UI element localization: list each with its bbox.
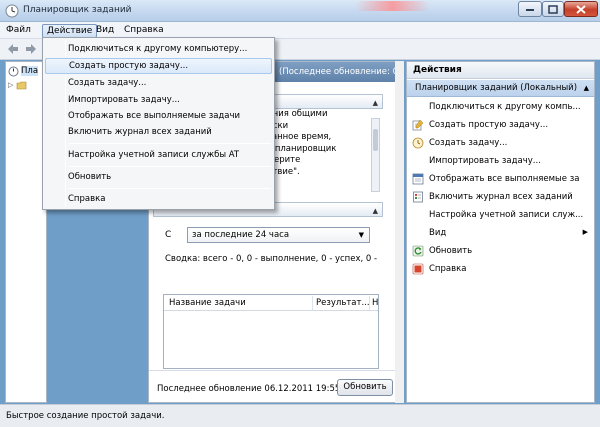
collapse-arrow-icon[interactable]: ▲ [584, 84, 589, 92]
menu-view[interactable]: Вид [92, 24, 118, 38]
create-basic-task-icon [412, 119, 424, 131]
task-scheduler-clock-icon [5, 4, 19, 18]
action-create-task[interactable]: Создать задачу... [407, 135, 594, 152]
close-button[interactable] [564, 1, 598, 17]
center-footer: Последнее обновление 06.12.2011 19:55:46… [149, 370, 402, 402]
action-connect[interactable]: Подключиться к другому компь... [407, 99, 594, 116]
actions-pane: Действия Планировщик заданий (Локальный)… [406, 61, 595, 403]
menu-item-import-task[interactable]: Импортировать задачу... [45, 92, 272, 108]
table-header: Название задачи Результат... Н [164, 295, 378, 311]
column-result[interactable]: Результат... [316, 298, 370, 308]
running-tasks-icon [412, 173, 424, 185]
action-import-task[interactable]: Импортировать задачу... [407, 153, 594, 170]
minimize-button[interactable] [518, 1, 542, 17]
action-label: Включить журнал всех заданий [429, 192, 573, 202]
navigation-tree: Пла ▷ [5, 61, 47, 403]
period-value: за последние 24 часа [192, 230, 290, 240]
help-icon [412, 263, 424, 275]
menu-item-connect[interactable]: Подключиться к другому компьютеру... [45, 41, 272, 57]
window-title: Планировщик заданий [23, 5, 132, 15]
status-bar: Быстрое создание простой задачи. [0, 404, 600, 427]
action-label: Настройка учетной записи служ... [429, 210, 584, 220]
period-dropdown[interactable]: за последние 24 часа ▼ [187, 227, 370, 243]
task-status-table: Название задачи Результат... Н [163, 294, 379, 369]
action-refresh[interactable]: Обновить [407, 243, 594, 260]
actions-title: Действия [407, 62, 594, 79]
overview-scrollbar[interactable] [371, 118, 380, 192]
back-arrow-icon[interactable] [6, 42, 20, 56]
menu-item-enable-journal[interactable]: Включить журнал всех заданий [45, 124, 272, 140]
action-menu-dropdown: Подключиться к другому компьютеру... Соз… [42, 37, 275, 210]
folder-icon [17, 81, 27, 89]
title-bar: Планировщик заданий [0, 0, 600, 22]
task-summary: Сводка: всего - 0, 0 - выполнение, 0 - у… [165, 254, 378, 264]
action-at-service-account[interactable]: Настройка учетной записи служ... [407, 207, 594, 224]
expand-arrow-icon[interactable]: ▷ [8, 81, 13, 89]
actions-group-label: Планировщик заданий (Локальный) [415, 83, 578, 93]
tree-item-library[interactable]: ▷ [8, 79, 27, 91]
action-enable-journal[interactable]: Включить журнал всех заданий [407, 189, 594, 206]
dropdown-arrow-icon: ▼ [358, 231, 364, 239]
column-next[interactable]: Н [372, 298, 378, 308]
action-help[interactable]: Справка [407, 261, 594, 278]
menu-item-create-basic-task[interactable]: Создать простую задачу... [45, 58, 272, 74]
action-label: Отображать все выполняемые за [429, 174, 580, 184]
task-scheduler-clock-icon [8, 66, 19, 76]
action-label: Вид [429, 228, 447, 238]
action-create-basic-task[interactable]: Создать простую задачу... [407, 117, 594, 134]
action-label: Справка [429, 264, 467, 274]
column-task-name[interactable]: Название задачи [169, 298, 246, 308]
pane-divider[interactable] [395, 61, 404, 403]
submenu-arrow-icon: ▶ [582, 228, 588, 236]
create-task-icon [412, 137, 424, 149]
menu-item-at-service-account[interactable]: Настройка учетной записи службы AT [45, 147, 272, 163]
menu-help[interactable]: Справка [120, 24, 168, 38]
menu-item-show-running[interactable]: Отображать все выполняемые задачи [45, 108, 272, 124]
forward-arrow-icon[interactable] [24, 42, 38, 56]
action-label: Создать задачу... [429, 138, 508, 148]
maximize-button[interactable] [542, 1, 564, 17]
maximize-icon [548, 4, 558, 14]
refresh-button[interactable]: Обновить [337, 379, 393, 396]
collapse-arrow-icon[interactable]: ▲ [373, 207, 378, 215]
action-show-running[interactable]: Отображать все выполняемые за [407, 171, 594, 188]
close-icon [576, 4, 586, 14]
menu-item-create-task[interactable]: Создать задачу... [45, 75, 272, 91]
collapse-arrow-icon[interactable]: ▲ [373, 99, 378, 107]
action-label: Подключиться к другому компь... [429, 102, 581, 112]
status-label: С [165, 230, 172, 240]
action-view[interactable]: Вид ▶ [407, 225, 594, 242]
action-label: Создать простую задачу... [429, 120, 549, 130]
refresh-icon [412, 245, 424, 257]
menu-action[interactable]: Действие [42, 24, 98, 38]
actions-group-header[interactable]: Планировщик заданий (Локальный) ▲ [407, 80, 594, 97]
action-label: Импортировать задачу... [429, 156, 541, 166]
title-glow [355, 1, 430, 11]
menu-item-refresh[interactable]: Обновить [45, 169, 272, 185]
minimize-icon [526, 9, 534, 11]
menu-file[interactable]: Файл [2, 24, 35, 38]
status-text: Быстрое создание простой задачи. [6, 411, 165, 421]
menu-item-help[interactable]: Справка [45, 191, 272, 207]
tree-item-task-scheduler-local[interactable]: Пла [8, 65, 39, 77]
last-update-text: Последнее обновление 06.12.2011 19:55:46 [157, 384, 354, 394]
journal-icon [413, 191, 423, 203]
action-label: Обновить [429, 246, 473, 256]
tree-item-label: Пла [21, 66, 39, 76]
